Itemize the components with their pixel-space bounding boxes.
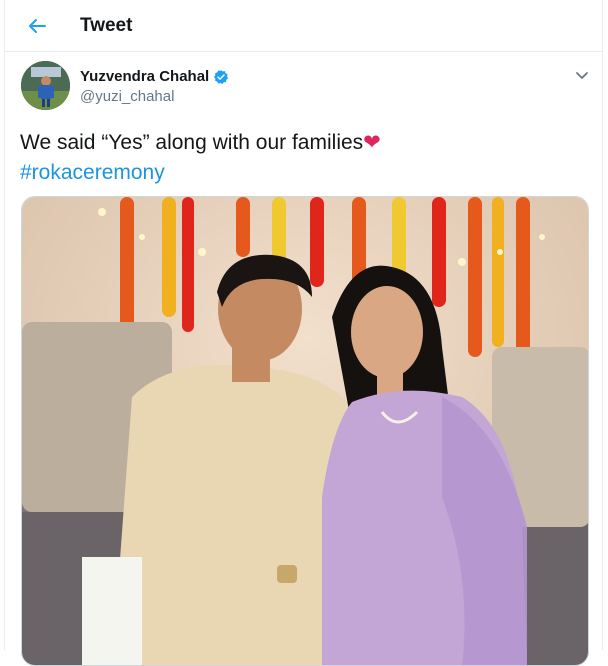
tweet-page: Tweet Yuzvendra Chahal @yuzi_chahal We s… <box>4 0 603 666</box>
author-handle[interactable]: @yuzi_chahal <box>80 88 174 105</box>
tweet-body-text: We said “Yes” along with our families <box>20 131 364 154</box>
hashtag-link[interactable]: #rokaceremony <box>20 161 165 184</box>
author-name-text: Yuzvendra Chahal <box>80 68 210 85</box>
tweet-text: We said “Yes” along with our families❤ #… <box>20 128 580 188</box>
top-bar: Tweet <box>5 0 602 52</box>
verified-badge-icon <box>214 69 229 84</box>
page-title: Tweet <box>80 15 133 36</box>
tweet-photo[interactable] <box>21 196 589 666</box>
chevron-down-icon <box>576 72 588 79</box>
tweet-menu-button[interactable] <box>571 64 593 86</box>
avatar[interactable] <box>21 61 70 110</box>
author-name[interactable]: Yuzvendra Chahal <box>80 68 229 85</box>
back-arrow-icon <box>29 19 46 33</box>
heart-emoji: ❤ <box>363 131 381 154</box>
back-button[interactable] <box>23 12 51 40</box>
